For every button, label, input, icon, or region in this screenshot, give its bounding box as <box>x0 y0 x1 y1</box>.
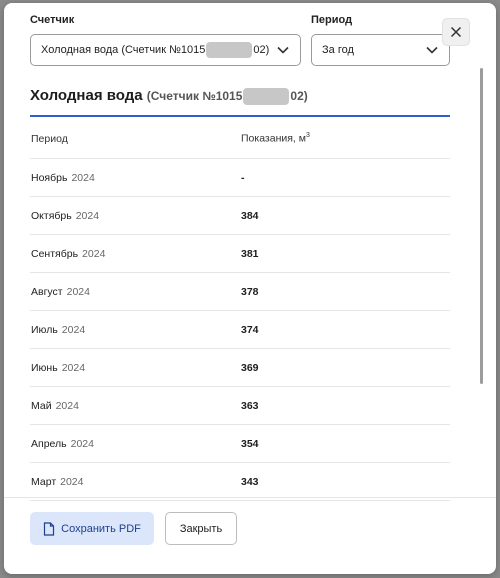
row-reading: 354 <box>241 437 259 450</box>
row-year: 2024 <box>61 361 86 374</box>
close-dialog-button[interactable]: Закрыть <box>165 512 237 545</box>
table-row: Август 2024 378 <box>30 273 450 311</box>
title-underline <box>30 115 450 117</box>
save-pdf-button[interactable]: Сохранить PDF <box>30 512 154 545</box>
header-readings: Показания, м3 <box>241 132 310 145</box>
meter-select[interactable]: Холодная вода (Счетчик №1015 02) <box>30 34 301 66</box>
table-row: Июль 2024 374 <box>30 311 450 349</box>
row-month: Июль <box>31 323 58 336</box>
row-reading: 384 <box>241 209 259 222</box>
period-select-value: За год <box>322 44 354 56</box>
period-select[interactable]: За год <box>311 34 450 66</box>
meter-label: Счетчик <box>30 14 75 26</box>
document-icon <box>44 521 55 536</box>
table-row: Март 2024 343 <box>30 463 450 501</box>
period-label: Период <box>311 14 353 26</box>
row-reading: 374 <box>241 323 259 336</box>
section-subtitle: (Счетчик №1015 02) <box>147 88 308 106</box>
row-period: Июнь 2024 <box>30 362 241 374</box>
row-reading: 363 <box>241 399 259 412</box>
table-header: Период Показания, м3 <box>30 119 450 159</box>
meter-readings-dialog: Счетчик Холодная вода (Счетчик №1015 02) … <box>4 3 496 574</box>
table-row: Май 2024 363 <box>30 387 450 425</box>
row-reading: 378 <box>241 285 259 298</box>
row-month: Май <box>31 399 52 412</box>
row-month: Октябрь <box>31 209 72 222</box>
chevron-down-icon <box>426 46 438 54</box>
redacted-number <box>206 42 253 58</box>
table-row: Сентябрь 2024 381 <box>30 235 450 273</box>
row-year: 2024 <box>60 475 84 488</box>
row-month: Апрель <box>31 437 67 450</box>
row-period: Март 2024 <box>30 476 241 488</box>
row-year: 2024 <box>70 437 94 450</box>
section-title: Холодная вода (Счетчик №1015 02) <box>30 87 308 106</box>
row-period: Сентябрь 2024 <box>30 248 241 260</box>
table-row: Октябрь 2024 384 <box>30 197 450 235</box>
scrollbar[interactable] <box>480 68 483 384</box>
row-reading: 381 <box>241 247 259 260</box>
row-month: Июнь <box>31 361 58 374</box>
table-row: Июнь 2024 369 <box>30 349 450 387</box>
row-month: Август <box>31 285 63 298</box>
row-period: Май 2024 <box>30 400 241 412</box>
row-period: Апрель 2024 <box>30 438 241 450</box>
row-year: 2024 <box>61 323 86 336</box>
footer-divider <box>4 497 496 498</box>
row-month: Ноябрь <box>31 171 68 184</box>
table-row: Ноябрь 2024- <box>30 159 450 197</box>
readings-table: Период Показания, м3 Ноябрь 2024- Октябрь 2… <box>30 119 450 501</box>
redacted-number <box>243 88 290 106</box>
row-reading: 369 <box>241 361 259 374</box>
row-period: Август 2024 <box>30 286 241 298</box>
row-period: Ноябрь 2024 <box>30 172 241 184</box>
row-year: 2024 <box>66 285 90 298</box>
close-icon <box>450 26 462 38</box>
row-year: 2024 <box>82 247 106 260</box>
row-period: Июль 2024 <box>30 324 241 336</box>
header-period: Период <box>31 132 68 145</box>
row-reading: 343 <box>241 475 259 488</box>
meter-select-value: Холодная вода (Счетчик №1015 02) <box>41 42 276 58</box>
row-year: 2024 <box>55 399 79 412</box>
row-year: 2024 <box>75 209 100 222</box>
row-month: Сентябрь <box>31 247 79 260</box>
row-month: Март <box>31 475 57 488</box>
close-button[interactable] <box>442 18 470 46</box>
table-row: Апрель 2024 354 <box>30 425 450 463</box>
chevron-down-icon <box>277 46 289 54</box>
row-reading: - <box>241 171 245 184</box>
row-period: Октябрь 2024 <box>30 210 241 222</box>
row-year: 2024 <box>71 171 95 184</box>
